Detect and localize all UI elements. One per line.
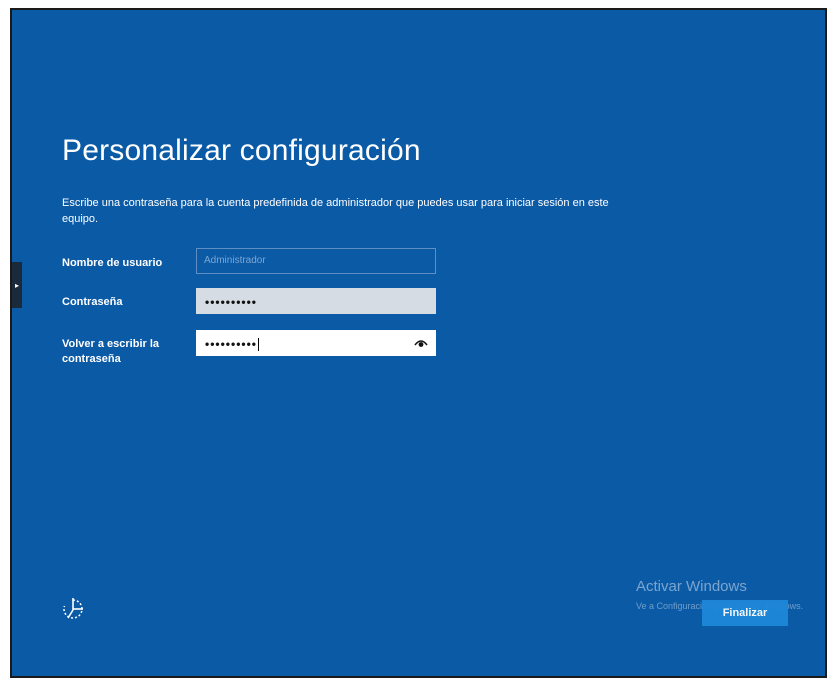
confirm-password-field[interactable]: •••••••••• [196,330,436,356]
confirm-password-label: Volver a escribir la contraseña [62,338,160,365]
username-field[interactable]: Administrador [196,248,436,274]
confirm-password-value: •••••••••• [205,337,258,351]
username-label: Nombre de usuario [62,257,163,269]
page-description: Escribe una contraseña para la cuenta pr… [62,197,609,225]
password-value: •••••••••• [205,295,258,309]
password-field[interactable]: •••••••••• [196,288,436,314]
setup-screen: ▸ Personalizar configuración Escribe una… [10,8,827,678]
activation-watermark-title: Activar Windows [636,578,747,595]
page-title: Personalizar configuración [62,134,421,167]
text-caret [258,338,260,352]
eye-icon[interactable] [414,337,428,349]
password-label: Contraseña [62,296,123,308]
ease-of-access-icon[interactable] [60,596,86,622]
username-placeholder: Administrador [204,255,266,266]
side-panel-toggle[interactable]: ▸ [12,262,22,308]
chevron-right-icon: ▸ [14,280,19,290]
finish-button[interactable]: Finalizar [702,600,788,626]
